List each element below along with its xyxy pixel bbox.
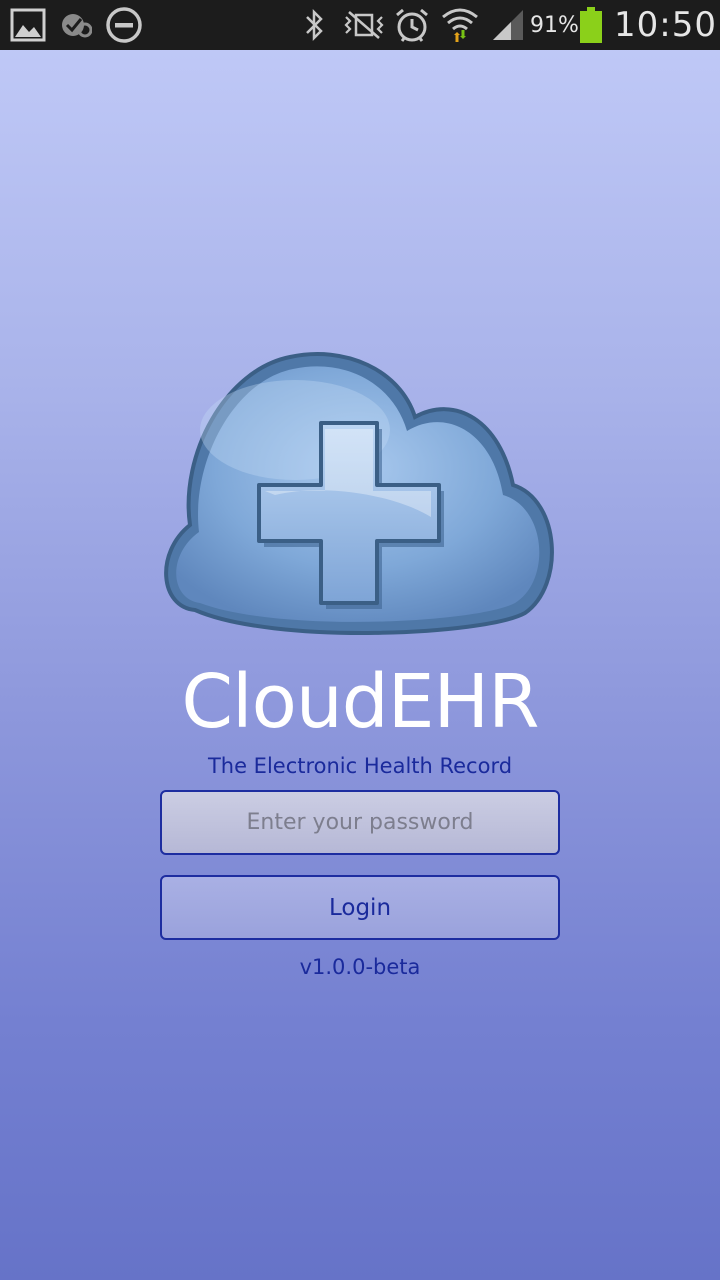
login-button-label: Login <box>328 894 392 921</box>
password-input[interactable] <box>160 790 560 855</box>
do-not-disturb-icon <box>104 0 144 50</box>
app-version: v1.0.0-beta <box>299 955 421 979</box>
cloudehr-logo <box>155 345 565 650</box>
battery-percent: 91% <box>530 12 579 38</box>
gallery-icon <box>8 0 48 50</box>
vibrate-mute-icon <box>342 0 386 50</box>
sync-check-icon <box>58 0 94 50</box>
clock: 10:50 <box>614 5 717 45</box>
app-subtitle: The Electronic Health Record <box>207 754 513 778</box>
bluetooth-icon <box>300 0 330 50</box>
wifi-icon <box>440 0 480 50</box>
status-bar: 91% 10:50 <box>0 0 720 50</box>
alarm-icon <box>392 0 432 50</box>
app-title: CloudEHR <box>181 659 539 745</box>
login-screen: 91% 10:50 CloudEHR The Electronic Health… <box>0 0 720 1280</box>
login-button[interactable]: Login <box>160 875 560 940</box>
battery-icon <box>578 0 604 50</box>
signal-icon <box>490 0 526 50</box>
